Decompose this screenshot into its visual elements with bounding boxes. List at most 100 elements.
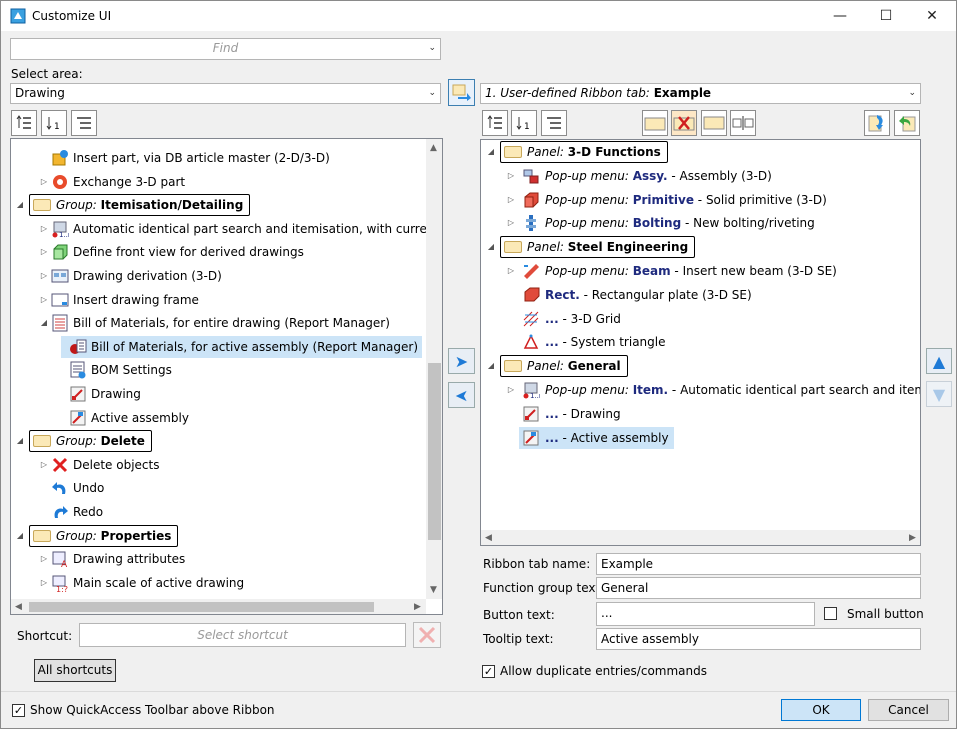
button-text-input[interactable]: ...: [596, 602, 815, 626]
sort-up-button[interactable]: [11, 110, 37, 136]
new-group-button[interactable]: [701, 110, 727, 136]
scroll-thumb[interactable]: [29, 602, 374, 612]
function-group-text-input[interactable]: General: [596, 577, 921, 599]
expand-icon[interactable]: ▷: [39, 548, 49, 570]
tree-item[interactable]: Undo: [11, 477, 426, 499]
ribbon-entry[interactable]: ... - Drawing: [481, 403, 920, 425]
tree-item[interactable]: ▷ Delete objects: [11, 454, 426, 476]
tree-item[interactable]: ▷ A Drawing attributes: [11, 548, 426, 570]
ribbon-entry[interactable]: ▷ Pop-up menu: Bolting - New bolting/rive…: [481, 212, 920, 234]
collapse-icon[interactable]: ◢: [15, 430, 25, 452]
expand-icon[interactable]: ▷: [39, 218, 49, 240]
collapse-icon[interactable]: ◢: [39, 312, 49, 334]
expand-icon[interactable]: ▷: [39, 289, 49, 311]
cancel-button[interactable]: Cancel: [868, 699, 949, 721]
allow-duplicates-checkbox[interactable]: ✓: [482, 665, 495, 678]
small-button-checkbox[interactable]: [824, 607, 837, 620]
show-qat-checkbox[interactable]: ✓: [12, 704, 25, 717]
expand-icon[interactable]: ▷: [506, 212, 516, 234]
ribbon-entry[interactable]: ... - System triangle: [481, 331, 920, 353]
expand-icon[interactable]: ▷: [506, 260, 516, 282]
tree-item[interactable]: ▷ Drawing derivation (3-D): [11, 265, 426, 287]
group-header[interactable]: ◢ Group: Delete: [11, 430, 426, 452]
ribbon-tab-combo[interactable]: 1. User-defined Ribbon tab: Example ⌄: [480, 83, 921, 104]
tree-item[interactable]: ▷ 1:? Main scale of active drawing: [11, 572, 426, 594]
ribbon-entry[interactable]: ▷ Pop-up menu: Beam - Insert new beam (3-…: [481, 260, 920, 282]
tree-item[interactable]: Drawing: [11, 383, 426, 405]
list-view-button[interactable]: [71, 110, 97, 136]
separator-icon: [732, 116, 754, 130]
ribbon-entry[interactable]: Rect. - Rectangular plate (3-D SE): [481, 284, 920, 306]
chevron-down-icon: ⌄: [428, 43, 436, 53]
select-area-combo[interactable]: Drawing ⌄: [10, 83, 441, 104]
expand-icon[interactable]: ▷: [39, 454, 49, 476]
add-to-ribbon-button[interactable]: ➤: [448, 348, 475, 374]
scroll-thumb[interactable]: [428, 363, 441, 540]
tree-item[interactable]: ▷ Define front view for derived drawings: [11, 241, 426, 263]
expand-icon[interactable]: ▷: [39, 265, 49, 287]
ribbon-entry[interactable]: ▷ Pop-up menu: Primitive - Solid primitiv…: [481, 189, 920, 211]
panel-header[interactable]: ◢ Panel: General: [481, 355, 920, 377]
sort-down-button[interactable]: 1: [511, 110, 537, 136]
import-button[interactable]: [864, 110, 890, 136]
tree-item[interactable]: Bill of Materials, for active assembly (…: [11, 336, 426, 358]
ribbon-tab-name-input[interactable]: Example: [596, 553, 921, 575]
new-panel-button[interactable]: [642, 110, 668, 136]
remove-from-ribbon-button[interactable]: ➤: [448, 382, 475, 408]
ribbon-horizontal-scrollbar[interactable]: ◀ ▶: [481, 530, 920, 545]
export-button[interactable]: [894, 110, 920, 136]
collapse-icon[interactable]: ◢: [15, 194, 25, 216]
ok-button[interactable]: OK: [781, 699, 861, 721]
tree-item[interactable]: Redo: [11, 501, 426, 523]
delete-entry-button[interactable]: [671, 110, 697, 136]
tree-item[interactable]: ▷ Exchange 3-D part: [11, 171, 426, 193]
tree-item[interactable]: Active assembly: [11, 407, 426, 429]
tree-item[interactable]: ▷ Insert drawing frame: [11, 289, 426, 311]
panel-header[interactable]: ◢ Panel: Steel Engineering: [481, 236, 920, 258]
list-view-button[interactable]: [541, 110, 567, 136]
expand-icon[interactable]: ▷: [506, 165, 516, 187]
group-header[interactable]: ◢ Group: Properties: [11, 525, 426, 547]
tree-vertical-scrollbar[interactable]: ▲ ▼: [426, 139, 442, 599]
function-tree[interactable]: Insert part, via DB article master (2-D/…: [10, 138, 443, 615]
find-combo[interactable]: Find ⌄: [10, 38, 441, 60]
expand-icon[interactable]: ▷: [39, 241, 49, 263]
tree-item[interactable]: Insert part, via DB article master (2-D/…: [11, 147, 426, 169]
expand-icon[interactable]: ▷: [506, 379, 516, 401]
beam-icon: [522, 262, 540, 280]
collapse-icon[interactable]: ◢: [486, 141, 496, 163]
expand-icon[interactable]: ▷: [39, 171, 49, 193]
shortcut-input[interactable]: Select shortcut: [79, 623, 406, 647]
ribbon-entry[interactable]: ... - Active assembly: [481, 427, 920, 449]
expand-icon[interactable]: ▷: [506, 189, 516, 211]
ribbon-tree[interactable]: ◢ Panel: 3-D Functions ▷ Pop-up menu: Assy.…: [480, 139, 921, 546]
sort-up-button[interactable]: [482, 110, 508, 136]
ribbon-entry[interactable]: ▷ Pop-up menu: Assy. - Assembly (3-D): [481, 165, 920, 187]
tree-item[interactable]: ▷ 1..n Automatic identical part search and…: [11, 218, 426, 240]
collapse-icon[interactable]: ◢: [15, 525, 25, 547]
close-button[interactable]: ✕: [909, 1, 955, 31]
transfer-button[interactable]: [448, 79, 475, 106]
all-shortcuts-button[interactable]: All shortcuts: [34, 659, 116, 682]
move-up-button[interactable]: ▲: [926, 348, 952, 374]
tree-horizontal-scrollbar[interactable]: ◀ ▶: [11, 599, 426, 614]
separator-button[interactable]: [730, 110, 756, 136]
clear-shortcut-button[interactable]: [413, 622, 441, 648]
panel-header[interactable]: ◢ Panel: 3-D Functions: [481, 141, 920, 163]
group-header[interactable]: ◢ Group: Itemisation/Detailing: [11, 194, 426, 216]
collapse-icon[interactable]: ◢: [486, 355, 496, 377]
sort-down-button[interactable]: 1: [41, 110, 67, 136]
tree-item[interactable]: BOM Settings: [11, 359, 426, 381]
expand-icon[interactable]: ▷: [39, 572, 49, 594]
minimize-button[interactable]: —: [817, 1, 863, 31]
move-down-button[interactable]: ▼: [926, 381, 952, 407]
ribbon-entry[interactable]: ▷1..nPop-up menu: Item. - Automatic iden…: [481, 379, 920, 401]
tree-item[interactable]: ◢ Bill of Materials, for entire drawing (…: [11, 312, 426, 334]
collapse-icon[interactable]: ◢: [486, 236, 496, 258]
tooltip-text-input[interactable]: Active assembly: [596, 628, 921, 650]
maximize-button[interactable]: ☐: [863, 1, 909, 31]
panel-label: Steel Engineering: [567, 240, 689, 254]
find-placeholder: Find: [212, 41, 239, 55]
ribbon-entry[interactable]: ... - 3-D Grid: [481, 308, 920, 330]
assembly-icon: [522, 429, 540, 447]
